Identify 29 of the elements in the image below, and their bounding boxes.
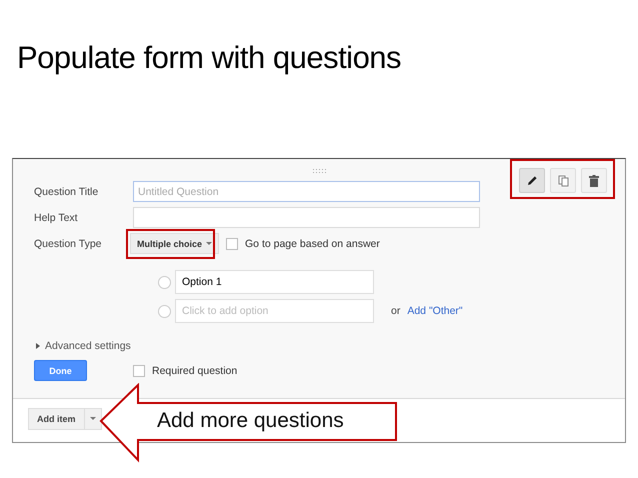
- option-field[interactable]: Option 1: [175, 270, 374, 294]
- slide-title: Populate form with questions: [16, 39, 402, 77]
- field-label: Question Type: [34, 238, 103, 250]
- text-field[interactable]: [133, 207, 480, 228]
- copy-button[interactable]: [550, 168, 576, 193]
- field-label: Question Title: [34, 186, 100, 198]
- checkbox[interactable]: [226, 238, 238, 250]
- checkbox-label: Required question: [152, 364, 238, 376]
- expand-icon: [36, 343, 40, 349]
- option-field[interactable]: Click to add option: [175, 299, 374, 323]
- caret-icon: [90, 417, 96, 421]
- checkbox[interactable]: [133, 364, 145, 376]
- question-type-dropdown[interactable]: Multiple choice: [130, 233, 220, 254]
- delete-button[interactable]: [581, 168, 607, 193]
- caret-icon: [206, 242, 212, 246]
- callout-text: Add more questions: [157, 409, 344, 433]
- pencil-icon: [526, 175, 538, 186]
- advanced-settings-toggle[interactable]: Advanced settings: [36, 340, 131, 352]
- checkbox-label: Go to page based on answer: [245, 238, 380, 250]
- add-other-link[interactable]: Add "Other": [407, 305, 463, 317]
- trash-icon: [589, 174, 599, 186]
- radio-button[interactable]: [158, 276, 171, 288]
- add-item-button[interactable]: Add item: [28, 408, 102, 430]
- edit-button[interactable]: [519, 168, 545, 193]
- or-text: or: [391, 305, 400, 317]
- copy-icon: [558, 174, 568, 186]
- radio-button[interactable]: [158, 304, 171, 318]
- text-field[interactable]: Untitled Question: [133, 181, 480, 202]
- field-label: Help Text: [34, 212, 79, 224]
